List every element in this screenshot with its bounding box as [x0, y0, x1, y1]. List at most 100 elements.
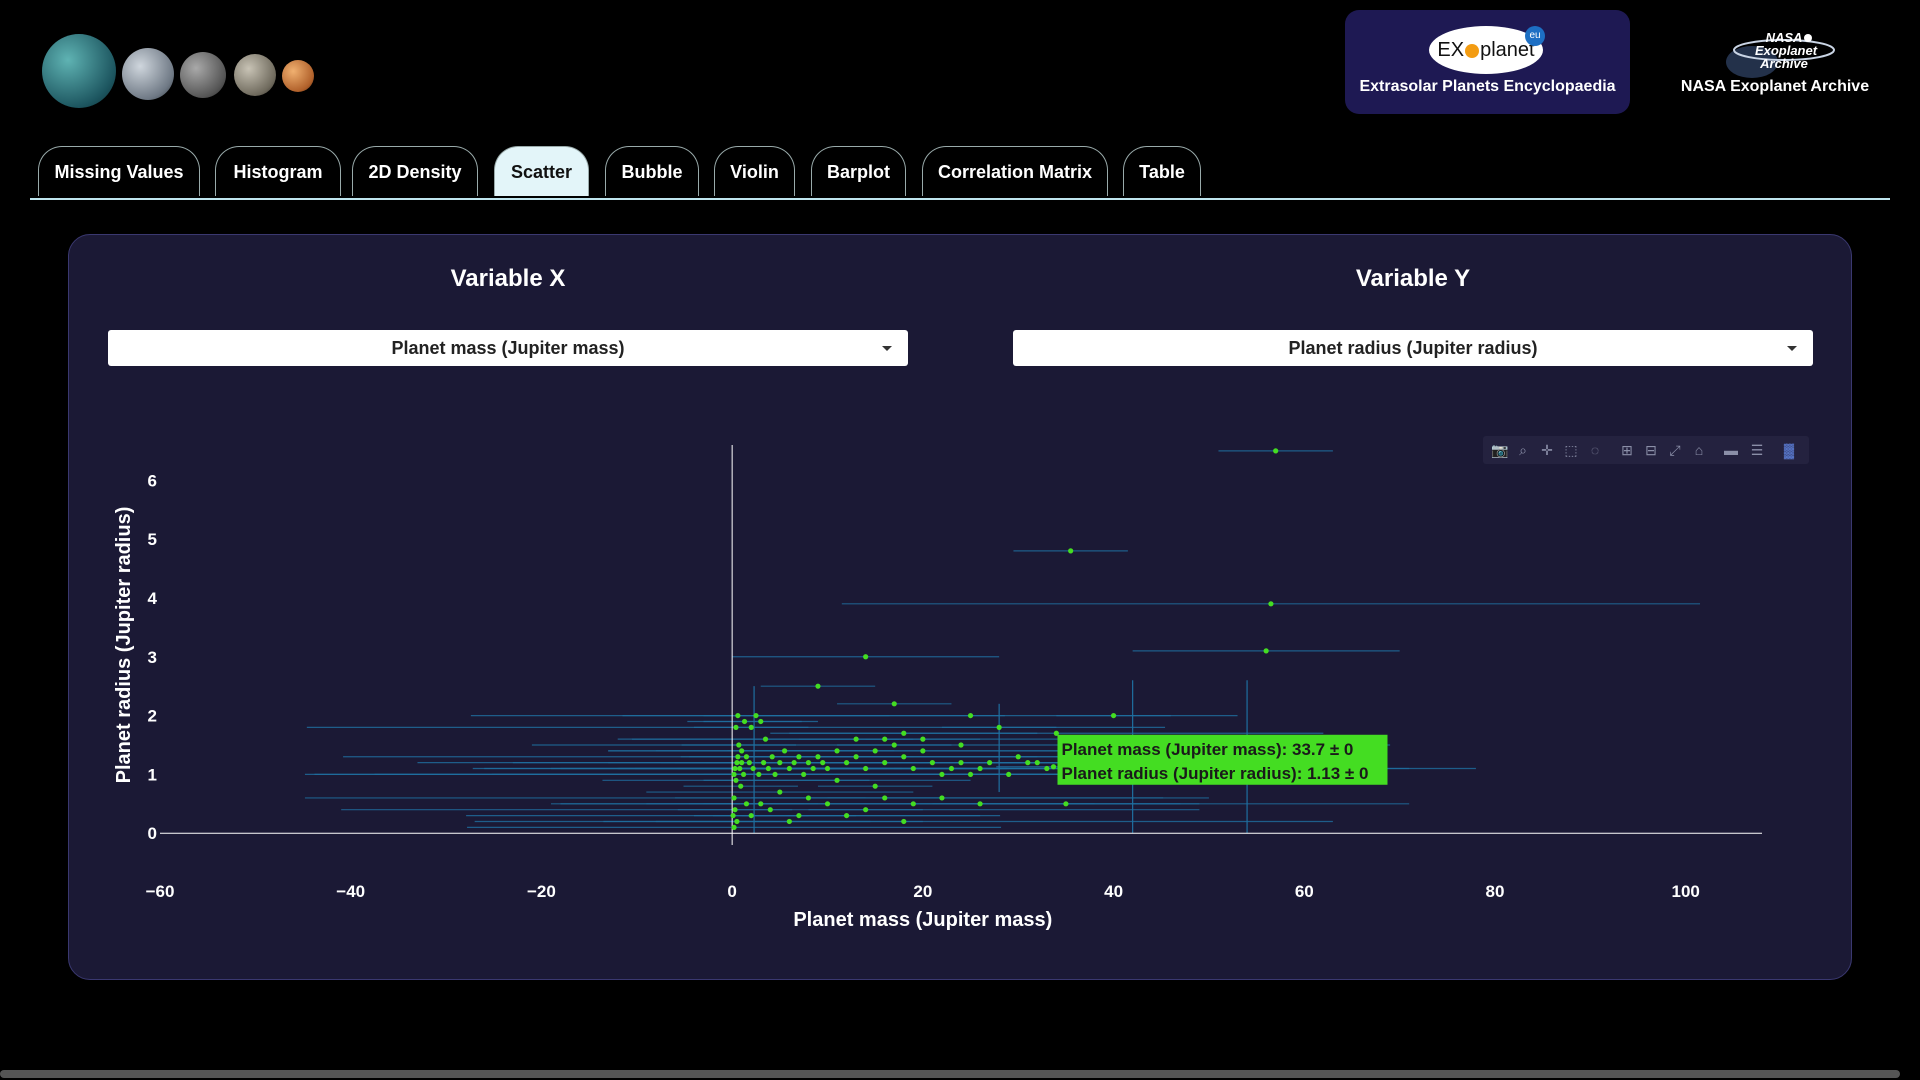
- y-tick-label: 4: [148, 589, 158, 608]
- data-point: [967, 771, 974, 778]
- data-point: [737, 765, 743, 772]
- data-point: [1044, 765, 1050, 772]
- data-point: [733, 777, 739, 783]
- data-point: [996, 724, 1002, 730]
- data-point: [805, 795, 812, 801]
- tooltip-y-line: Planet radius (Jupiter radius): 1.13 ± 0: [1061, 764, 1368, 783]
- data-point: [843, 812, 850, 819]
- data-point: [1034, 760, 1040, 766]
- data-point: [939, 795, 945, 801]
- data-point: [910, 801, 916, 807]
- data-point: [732, 807, 738, 813]
- data-point: [732, 765, 738, 772]
- data-point: [746, 760, 752, 766]
- data-point: [750, 765, 756, 772]
- scatter-chart[interactable]: −60 −40 −20 0 20 40 60 80 100 0 1 2 3 4 5 6 Planet mass …: [0, 0, 1920, 1080]
- data-point: [734, 760, 740, 766]
- data-point: [796, 812, 802, 819]
- data-point: [731, 771, 737, 778]
- x-tick-label: 80: [1486, 882, 1505, 901]
- y-tick-label: 1: [148, 765, 157, 784]
- data-point: [958, 760, 964, 766]
- data-point: [761, 760, 767, 766]
- data-point: [958, 742, 964, 748]
- horizontal-scrollbar[interactable]: [0, 1070, 1900, 1078]
- data-point: [977, 801, 983, 807]
- y-tick-label: 5: [148, 530, 157, 549]
- x-tick-label: −40: [336, 882, 365, 901]
- data-point: [730, 812, 736, 819]
- data-point: [1273, 448, 1279, 454]
- data-point: [901, 818, 907, 825]
- data-point: [891, 701, 897, 707]
- data-point: [739, 748, 745, 754]
- data-point: [1263, 648, 1269, 654]
- data-point: [853, 736, 859, 742]
- data-point: [843, 760, 850, 766]
- data-point: [741, 718, 748, 725]
- y-tick-label: 2: [148, 707, 157, 726]
- data-point: [834, 748, 840, 754]
- data-point: [872, 748, 878, 754]
- data-point: [735, 712, 741, 719]
- data-point: [891, 742, 897, 748]
- data-point: [786, 765, 792, 772]
- data-point: [882, 795, 888, 801]
- data-point: [743, 801, 750, 807]
- data-point: [740, 771, 747, 778]
- data-point: [801, 771, 807, 778]
- data-point: [731, 824, 737, 830]
- y-tick-label: 6: [148, 471, 157, 490]
- data-point: [824, 801, 831, 807]
- data-point: [815, 683, 821, 689]
- data-point: [756, 771, 762, 778]
- data-point: [758, 801, 764, 807]
- data-point: [1025, 760, 1031, 766]
- data-point: [948, 765, 955, 772]
- data-point: [810, 765, 816, 772]
- data-point: [753, 712, 759, 719]
- data-point: [791, 760, 797, 766]
- x-tick-label: 0: [727, 882, 736, 901]
- data-point: [929, 760, 935, 766]
- data-point: [735, 754, 741, 760]
- data-point: [777, 760, 783, 766]
- data-point: [901, 754, 907, 760]
- data-point: [901, 730, 907, 736]
- data-point: [834, 777, 840, 783]
- data-point: [738, 783, 744, 789]
- data-point: [977, 765, 983, 772]
- data-point: [910, 765, 916, 772]
- data-point: [1050, 764, 1057, 770]
- data-point: [731, 795, 737, 801]
- data-point: [863, 654, 869, 660]
- y-tick-label: 0: [148, 824, 157, 843]
- data-point: [767, 807, 773, 813]
- data-point: [733, 724, 739, 730]
- data-point: [882, 736, 888, 742]
- data-point: [872, 783, 878, 789]
- data-point: [820, 760, 826, 766]
- x-tick-label: 20: [913, 882, 932, 901]
- data-point: [1006, 771, 1012, 778]
- data-point: [772, 771, 778, 778]
- data-point: [815, 754, 821, 760]
- data-point: [987, 760, 993, 766]
- data-point: [734, 818, 740, 825]
- data-point: [769, 754, 775, 760]
- data-point: [786, 818, 792, 825]
- x-tick-label: 40: [1104, 882, 1123, 901]
- data-point: [748, 724, 754, 730]
- data-point: [882, 760, 888, 766]
- data-point: [1068, 548, 1074, 554]
- data-point: [1015, 754, 1021, 760]
- y-tick-label: 3: [148, 648, 157, 667]
- x-tick-label: −20: [527, 882, 556, 901]
- data-point: [920, 736, 926, 742]
- data-point: [781, 748, 788, 754]
- data-point: [758, 718, 764, 725]
- data-point: [939, 771, 945, 778]
- data-point: [743, 754, 750, 760]
- data-point: [739, 760, 745, 766]
- data-point: [920, 748, 926, 754]
